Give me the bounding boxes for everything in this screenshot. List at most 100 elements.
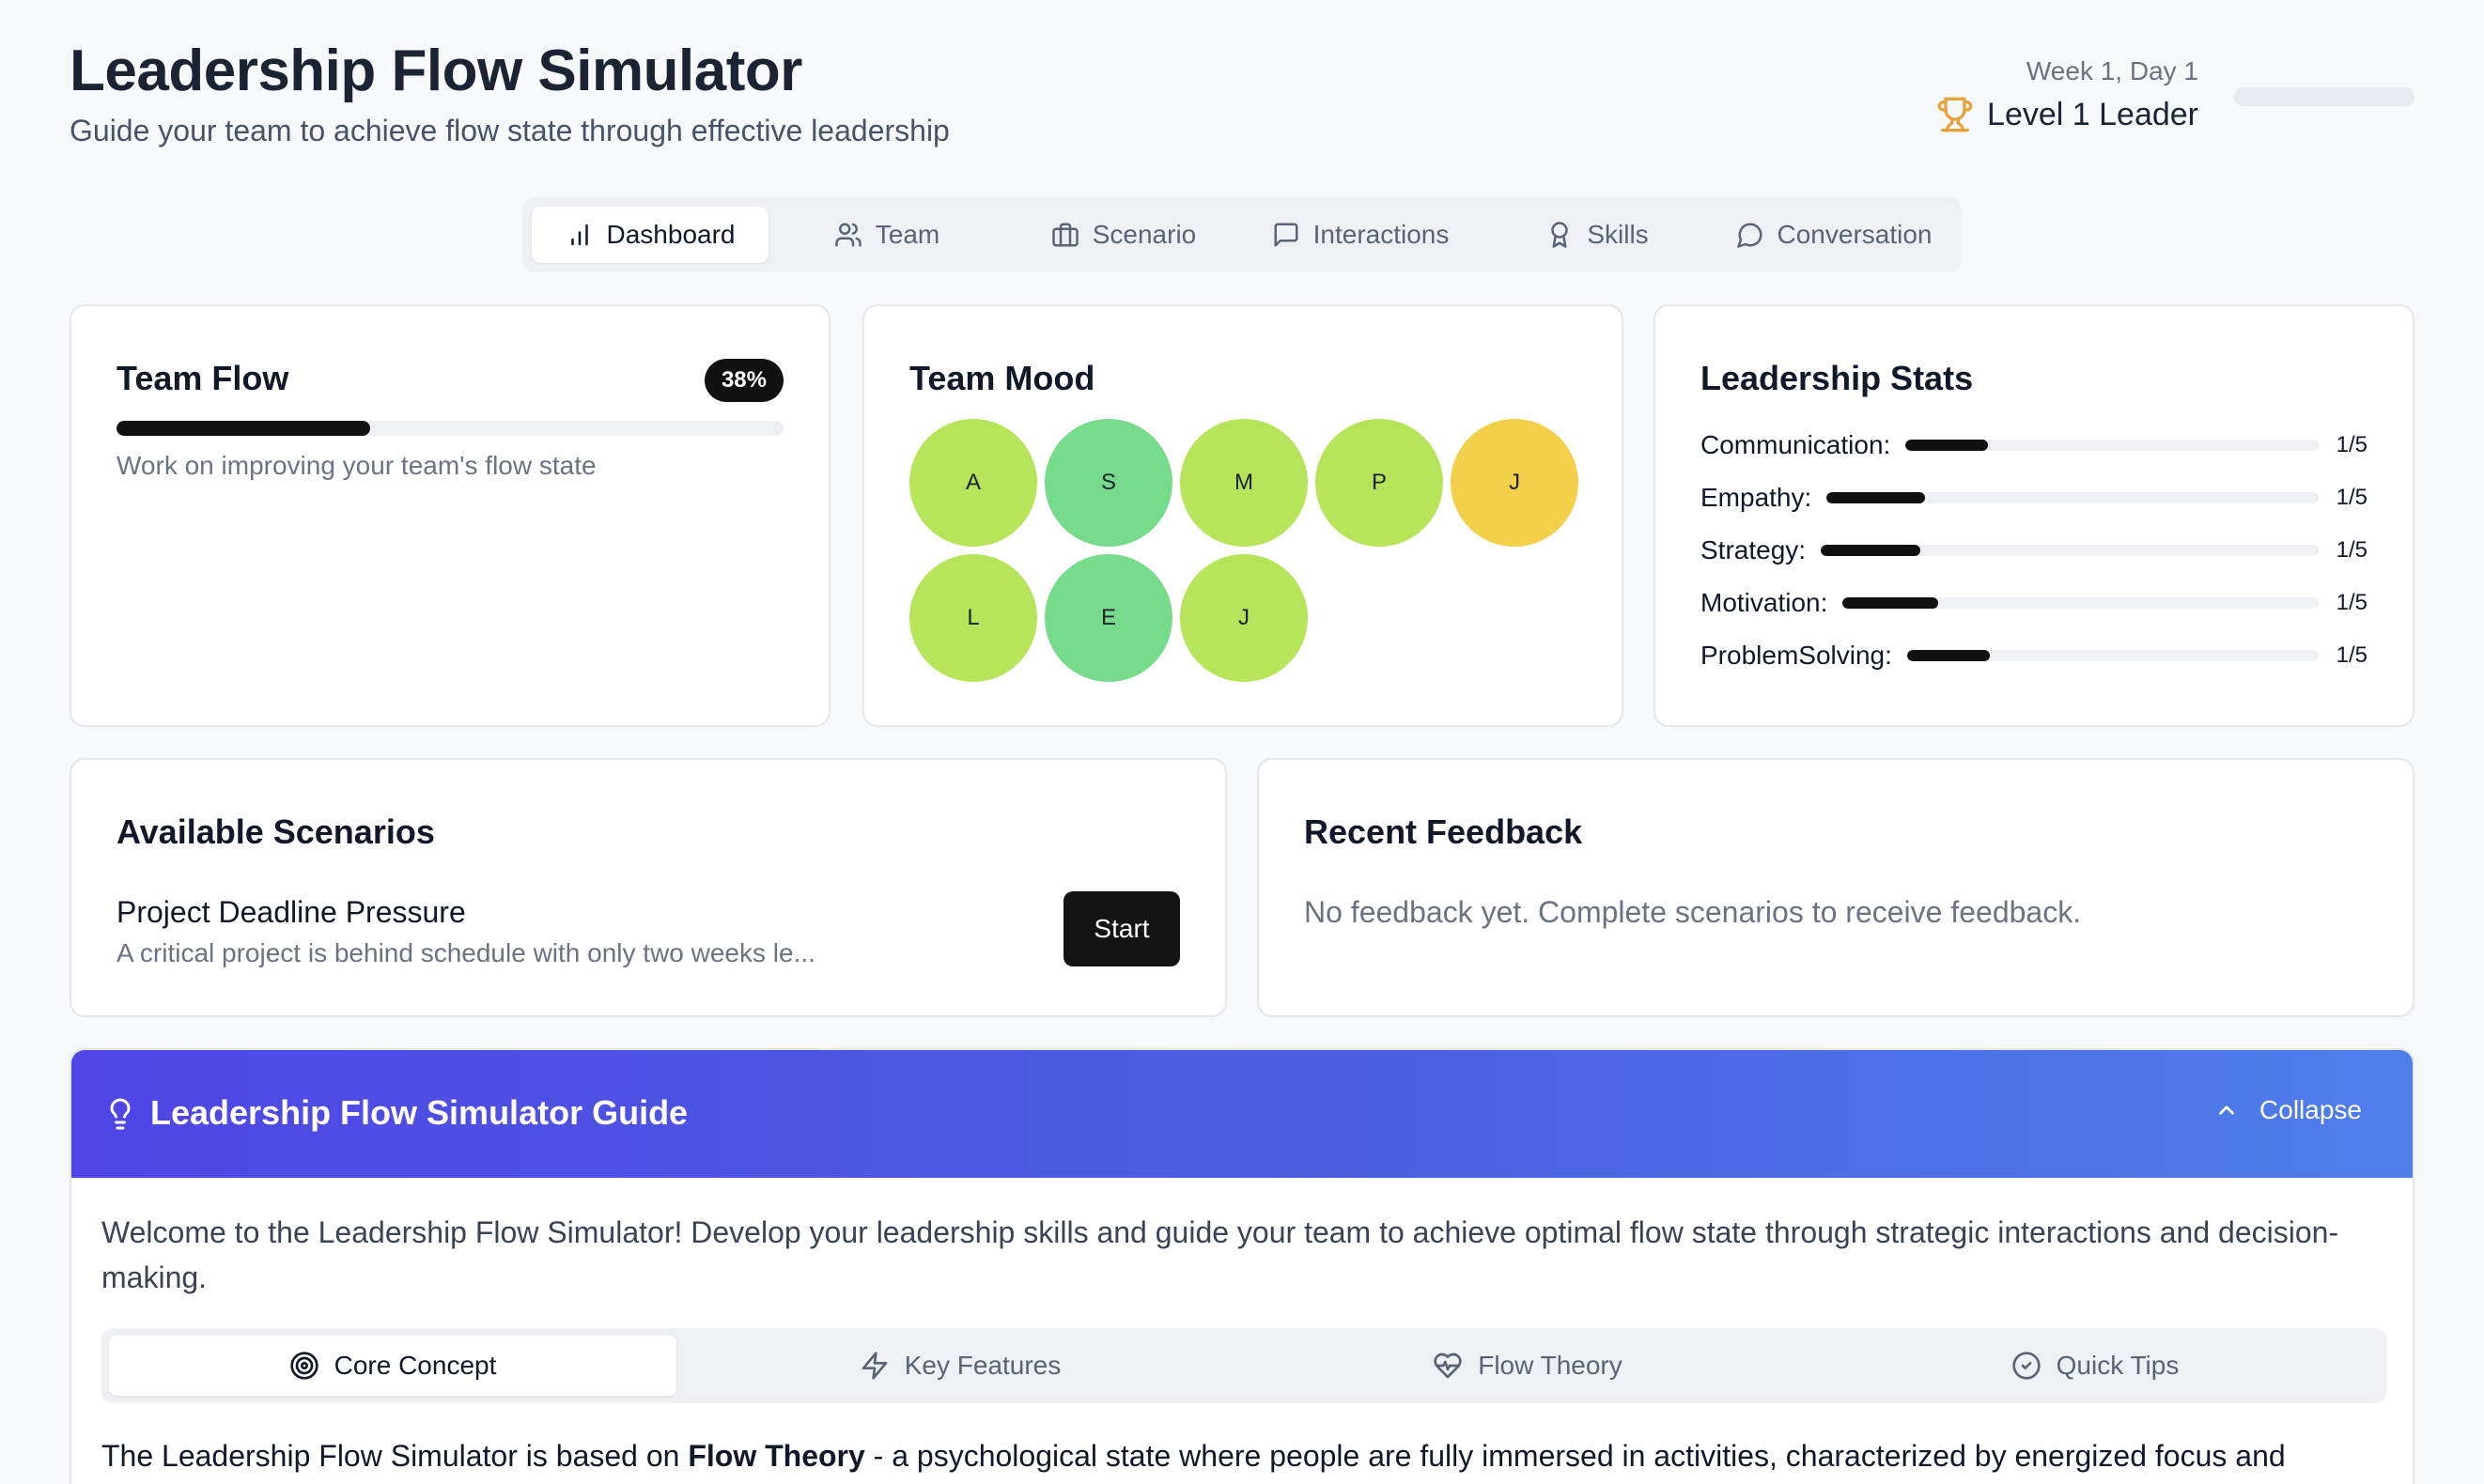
briefcase-icon — [1051, 223, 1079, 247]
scenarios-title: Available Scenarios — [116, 812, 435, 851]
guide-tab-label: Quick Tips — [2056, 1351, 2180, 1380]
target-icon — [289, 1352, 318, 1380]
collapse-button[interactable]: Collapse — [2214, 1095, 2362, 1125]
stat-progress-fill — [1905, 440, 1989, 451]
level-label: Level 1 Leader — [1936, 96, 2198, 133]
progress-summary: Week 1, Day 1 Level 1 Leader — [1926, 56, 2414, 141]
stat-list: Communication: 1/5 Empathy: 1/5 Strategy: 1/5… — [1700, 419, 2368, 682]
level-progress-bar — [2234, 87, 2414, 106]
flow-progress-fill — [116, 421, 370, 436]
feedback-title: Recent Feedback — [1304, 812, 1583, 851]
stat-progress-fill — [1842, 597, 1938, 609]
stat-progress-fill — [1826, 492, 1926, 503]
stat-label: Communication: — [1700, 430, 1891, 459]
team-member-avatar[interactable]: M — [1180, 419, 1308, 547]
tab-label: Interactions — [1312, 220, 1450, 249]
stat-row: ProblemSolving: 1/5 — [1700, 629, 2368, 682]
tab-label: Conversation — [1777, 220, 1933, 249]
stat-label: ProblemSolving: — [1700, 641, 1892, 670]
team-member-avatar[interactable]: L — [909, 554, 1037, 682]
team-member-avatar[interactable]: E — [1045, 554, 1172, 682]
flow-percent-badge: 38% — [704, 359, 784, 402]
stat-progress-bar — [1905, 440, 2319, 451]
stat-value: 1/5 — [2336, 642, 2368, 668]
stat-label: Strategy: — [1700, 535, 1807, 564]
simulator-guide: Leadership Flow Simulator Guide Collapse… — [70, 1048, 2414, 1484]
scenario-name: Project Deadline Pressure — [116, 895, 466, 929]
feedback-empty-message: No feedback yet. Complete scenarios to r… — [1304, 895, 2082, 929]
message-square-icon — [1274, 223, 1298, 247]
tab-label: Scenario — [1092, 220, 1197, 249]
team-flow-title: Team Flow — [116, 359, 289, 397]
heart-pulse-icon — [1434, 1353, 1462, 1379]
check-circle-icon — [2011, 1352, 2041, 1380]
team-member-avatar[interactable]: S — [1045, 419, 1172, 547]
stat-row: Empathy: 1/5 — [1700, 471, 2368, 524]
stat-label: Motivation: — [1700, 588, 1828, 617]
tab-conversation[interactable]: Conversation — [1716, 207, 1952, 263]
tab-skills[interactable]: Skills — [1479, 207, 1716, 263]
guide-tab-core-concept[interactable]: Core Concept — [109, 1336, 676, 1396]
guide-tab-label: Flow Theory — [1478, 1351, 1622, 1380]
theory-text-end: - a psychological state where people are… — [864, 1439, 2286, 1473]
stat-label: Empathy: — [1700, 483, 1812, 512]
team-member-avatar[interactable]: P — [1315, 419, 1443, 547]
guide-tabs: Core Concept Key Features Flow Theory Qu… — [101, 1328, 2386, 1403]
tab-interactions[interactable]: Interactions — [1242, 207, 1479, 263]
recent-feedback-card: Recent Feedback No feedback yet. Complet… — [1257, 758, 2414, 1017]
stat-row: Communication: 1/5 — [1700, 419, 2368, 471]
stat-progress-bar — [1826, 492, 2319, 503]
flow-message: Work on improving your team's flow state — [116, 451, 597, 480]
guide-tab-key-features[interactable]: Key Features — [676, 1336, 1244, 1396]
guide-tab-flow-theory[interactable]: Flow Theory — [1244, 1336, 1811, 1396]
team-mood-title: Team Mood — [909, 359, 1095, 397]
theory-text-start: The Leadership Flow Simulator is based o… — [101, 1439, 689, 1473]
flow-theory-term: Flow Theory — [688, 1439, 865, 1473]
stat-progress-fill — [1821, 545, 1921, 556]
stat-progress-fill — [1906, 650, 1990, 661]
page-header: Leadership Flow Simulator Guide your tea… — [70, 38, 950, 148]
tab-dashboard[interactable]: Dashboard — [532, 207, 768, 263]
team-member-avatar[interactable]: J — [1180, 554, 1308, 682]
week-day-label: Week 1, Day 1 — [2026, 56, 2198, 85]
lightbulb-icon — [110, 1098, 131, 1130]
flow-progress-bar — [116, 421, 784, 436]
main-tabs: Dashboard Team Scenario Interactions Ski… — [522, 197, 1962, 272]
leadership-stats-card: Leadership Stats Communication: 1/5 Empath… — [1653, 304, 2414, 727]
tab-team[interactable]: Team — [768, 207, 1005, 263]
core-concept-text: The Leadership Flow Simulator is based o… — [101, 1435, 2394, 1476]
users-icon — [835, 223, 862, 247]
team-member-avatar[interactable]: A — [909, 419, 1037, 547]
collapse-label: Collapse — [2259, 1095, 2362, 1124]
scenario-description: A critical project is behind schedule wi… — [116, 938, 815, 967]
team-member-avatar[interactable]: J — [1451, 419, 1578, 547]
start-scenario-button[interactable]: Start — [1063, 891, 1180, 966]
trophy-icon — [1937, 97, 1973, 132]
guide-intro: Welcome to the Leadership Flow Simulator… — [101, 1215, 2339, 1294]
bar-chart-icon — [570, 224, 588, 246]
guide-tab-label: Core Concept — [334, 1351, 497, 1380]
guide-tab-quick-tips[interactable]: Quick Tips — [1811, 1336, 2379, 1396]
chevron-up-icon — [2219, 1105, 2234, 1115]
level-text: Level 1 Leader — [1987, 96, 2198, 132]
guide-header: Leadership Flow Simulator Guide Collapse — [71, 1050, 2413, 1178]
tab-label: Team — [875, 220, 940, 249]
team-flow-card: Team Flow 38% Work on improving your tea… — [70, 304, 831, 727]
stat-progress-bar — [1842, 597, 2319, 609]
tab-label: Skills — [1587, 220, 1649, 249]
page-title: Leadership Flow Simulator — [70, 39, 802, 103]
zap-icon — [862, 1352, 888, 1380]
stat-row: Motivation: 1/5 — [1700, 577, 2368, 629]
team-mood-card: Team Mood ASMPJLEJ — [862, 304, 1623, 727]
page-subtitle: Guide your team to achieve flow state th… — [70, 114, 950, 147]
available-scenarios-card: Available Scenarios Project Deadline Pre… — [70, 758, 1227, 1017]
stat-value: 1/5 — [2336, 590, 2368, 615]
stat-row: Strategy: 1/5 — [1700, 524, 2368, 577]
message-circle-icon — [1736, 223, 1762, 248]
guide-title: Leadership Flow Simulator Guide — [150, 1093, 689, 1132]
award-icon — [1551, 222, 1569, 248]
tab-scenario[interactable]: Scenario — [1005, 207, 1242, 263]
stat-value: 1/5 — [2336, 537, 2368, 563]
guide-tab-label: Key Features — [904, 1351, 1062, 1380]
stat-progress-bar — [1821, 545, 2319, 556]
